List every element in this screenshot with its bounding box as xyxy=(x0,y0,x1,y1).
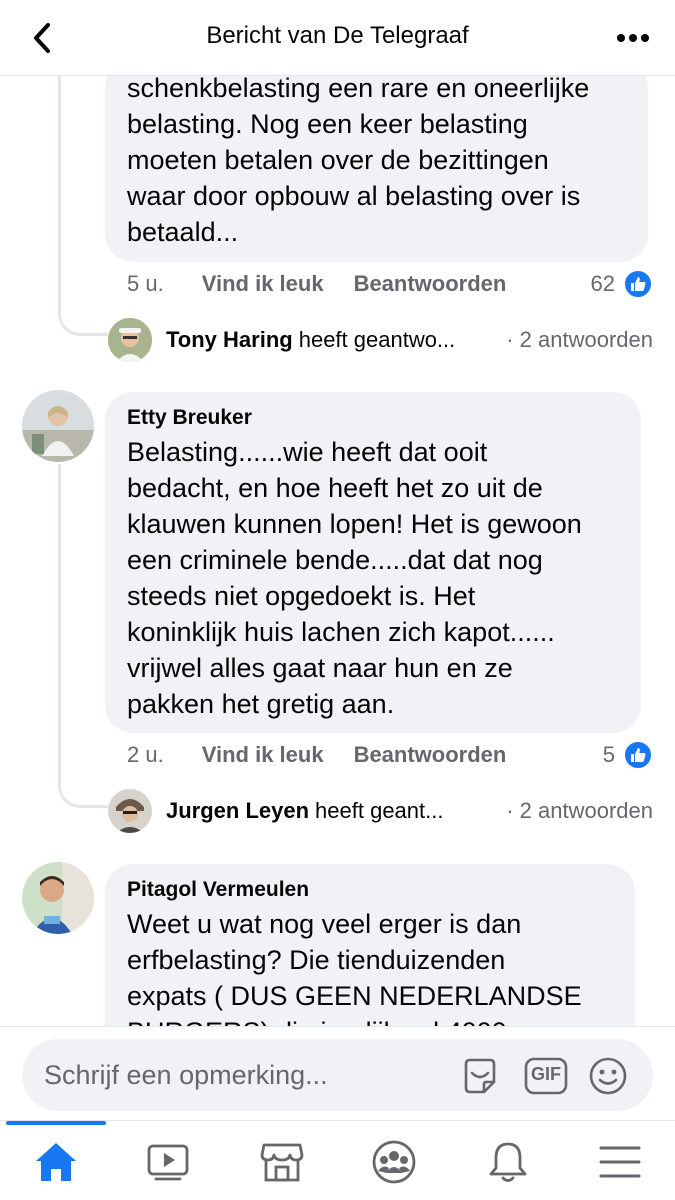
reply-author[interactable]: Jurgen Leyen xyxy=(166,798,309,824)
comment-input[interactable] xyxy=(44,1039,444,1111)
page-title: Bericht van De Telegraaf xyxy=(206,22,469,49)
thread-line xyxy=(58,76,61,306)
replies-preview[interactable]: Jurgen Leyen heeft geant... · 2 antwoord… xyxy=(108,789,653,833)
comment-bubble[interactable]: Pitagol Vermeulen Weet u wat nog veel er… xyxy=(105,864,635,1026)
like-button[interactable]: Vind ik leuk xyxy=(202,742,324,768)
comment-input-box[interactable]: GIF xyxy=(22,1039,653,1111)
reply-button[interactable]: Beantwoorden xyxy=(354,742,507,768)
reply-snippet: heeft geantwo... xyxy=(298,327,456,352)
comment-composer: GIF xyxy=(0,1026,675,1120)
comment-author[interactable]: Pitagol Vermeulen xyxy=(127,876,613,904)
comment-text: Belasting......wie heeft dat ooit bedach… xyxy=(127,437,582,719)
bottom-tab-bar xyxy=(0,1120,675,1200)
reply-count: · 2 antwoorden xyxy=(506,327,653,352)
groups-icon xyxy=(372,1140,416,1184)
reply-snippet: heeft geant... xyxy=(315,798,444,823)
active-tab-indicator xyxy=(6,1121,106,1125)
more-dots-icon xyxy=(617,34,649,42)
reaction-count[interactable]: 62 xyxy=(591,269,653,299)
sticker-icon[interactable] xyxy=(460,1056,500,1096)
comment-author[interactable]: Etty Breuker xyxy=(127,404,619,432)
home-icon xyxy=(36,1143,76,1181)
top-bar: Bericht van De Telegraaf xyxy=(0,0,675,76)
replies-preview[interactable]: Tony Haring heeft geantwo... · 2 antwoor… xyxy=(108,318,653,362)
comment-time[interactable]: 2 u. xyxy=(127,742,164,768)
tab-video[interactable] xyxy=(138,1137,198,1187)
thread-connector xyxy=(58,778,108,808)
tab-groups[interactable] xyxy=(364,1137,424,1187)
reply-count: · 2 antwoorden xyxy=(506,798,653,823)
thumbs-up-icon xyxy=(623,269,653,299)
comments-feed[interactable]: schenkbelasting een rare en oneerlijke b… xyxy=(0,76,675,1026)
tab-home[interactable] xyxy=(26,1137,86,1187)
reaction-count[interactable]: 5 xyxy=(603,740,653,770)
bell-icon xyxy=(489,1142,527,1182)
avatar[interactable] xyxy=(22,390,94,462)
reply-author[interactable]: Tony Haring xyxy=(166,327,293,353)
tab-marketplace[interactable] xyxy=(252,1137,312,1187)
avatar[interactable] xyxy=(108,789,152,833)
comment-time[interactable]: 5 u. xyxy=(127,271,164,297)
thread-line xyxy=(58,464,61,778)
like-count: 62 xyxy=(590,271,615,296)
comment-text: Weet u wat nog veel erger is dan erfbela… xyxy=(127,909,582,1026)
comment-bubble[interactable]: Etty Breuker Belasting......wie heeft da… xyxy=(105,392,641,733)
comment-actions: 2 u. Vind ik leuk Beantwoorden xyxy=(127,740,536,770)
gif-label: GIF xyxy=(531,1064,561,1084)
menu-icon xyxy=(599,1146,641,1178)
gif-icon[interactable]: GIF xyxy=(524,1056,568,1096)
comment-bubble[interactable]: schenkbelasting een rare en oneerlijke b… xyxy=(105,76,648,262)
thumbs-up-icon xyxy=(623,740,653,770)
like-button[interactable]: Vind ik leuk xyxy=(202,271,324,297)
avatar[interactable] xyxy=(108,318,152,362)
avatar[interactable] xyxy=(22,862,94,934)
comment-text: schenkbelasting een rare en oneerlijke b… xyxy=(127,76,590,247)
tab-notifications[interactable] xyxy=(478,1137,538,1187)
comment-actions: 5 u. Vind ik leuk Beantwoorden xyxy=(127,269,536,299)
emoji-icon[interactable] xyxy=(588,1056,628,1096)
thread-connector xyxy=(58,306,108,336)
marketplace-icon xyxy=(260,1143,304,1182)
more-options-button[interactable] xyxy=(613,24,653,52)
tab-menu[interactable] xyxy=(590,1137,650,1187)
like-count: 5 xyxy=(602,742,615,767)
video-icon xyxy=(147,1144,189,1181)
reply-button[interactable]: Beantwoorden xyxy=(354,271,507,297)
